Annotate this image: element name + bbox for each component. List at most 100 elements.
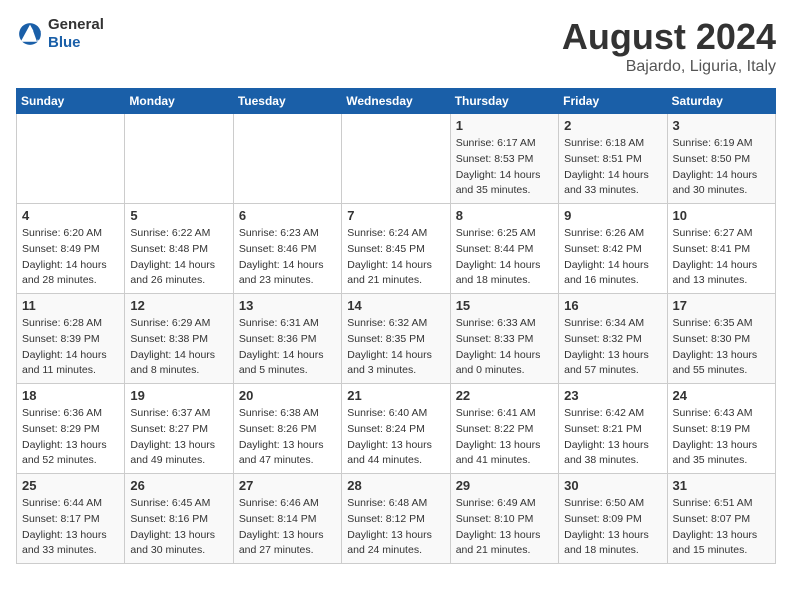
- day-info: Sunrise: 6:22 AM Sunset: 8:48 PM Dayligh…: [130, 226, 227, 289]
- calendar-cell: 5 Sunrise: 6:22 AM Sunset: 8:48 PM Daylig…: [125, 204, 233, 294]
- calendar-cell: 24Sunrise: 6:43 AM Sunset: 8:19 PM Dayli…: [667, 384, 775, 474]
- calendar-cell: 21 Sunrise: 6:40 AM Sunset: 8:24 PM Dayli…: [342, 384, 450, 474]
- day-number: 31: [673, 478, 770, 493]
- calendar-cell: 27Sunrise: 6:46 AM Sunset: 8:14 PM Dayli…: [233, 474, 341, 564]
- day-number: 15: [456, 298, 553, 313]
- weekday-header-thursday: Thursday: [450, 89, 558, 114]
- calendar-cell: 6 Sunrise: 6:23 AM Sunset: 8:46 PM Daylig…: [233, 204, 341, 294]
- day-info: Sunrise: 6:29 AM Sunset: 8:38 PM Dayligh…: [130, 316, 227, 379]
- day-number: 30: [564, 478, 661, 493]
- calendar-cell: 19 Sunrise: 6:37 AM Sunset: 8:27 PM Dayli…: [125, 384, 233, 474]
- day-info: Sunrise: 6:41 AM Sunset: 8:22 PM Dayligh…: [456, 406, 553, 469]
- day-number: 19: [130, 388, 227, 403]
- weekday-header-saturday: Saturday: [667, 89, 775, 114]
- day-info: Sunrise: 6:33 AM Sunset: 8:33 PM Dayligh…: [456, 316, 553, 379]
- day-number: 24: [673, 388, 770, 403]
- day-number: 18: [22, 388, 119, 403]
- calendar-cell: [17, 114, 125, 204]
- day-number: 13: [239, 298, 336, 313]
- day-number: 5: [130, 208, 227, 223]
- calendar-cell: 29Sunrise: 6:49 AM Sunset: 8:10 PM Dayli…: [450, 474, 558, 564]
- day-number: 6: [239, 208, 336, 223]
- calendar-cell: 31 Sunrise: 6:51 AM Sunset: 8:07 PM Dayli…: [667, 474, 775, 564]
- day-number: 4: [22, 208, 119, 223]
- day-number: 28: [347, 478, 444, 493]
- day-info: Sunrise: 6:25 AM Sunset: 8:44 PM Dayligh…: [456, 226, 553, 289]
- weekday-header-friday: Friday: [559, 89, 667, 114]
- weekday-header-sunday: Sunday: [17, 89, 125, 114]
- calendar-cell: 26 Sunrise: 6:45 AM Sunset: 8:16 PM Dayli…: [125, 474, 233, 564]
- day-number: 11: [22, 298, 119, 313]
- day-info: Sunrise: 6:38 AM Sunset: 8:26 PM Dayligh…: [239, 406, 336, 469]
- calendar-cell: 22 Sunrise: 6:41 AM Sunset: 8:22 PM Dayli…: [450, 384, 558, 474]
- weekday-header-tuesday: Tuesday: [233, 89, 341, 114]
- calendar-cell: 11 Sunrise: 6:28 AM Sunset: 8:39 PM Dayli…: [17, 294, 125, 384]
- day-number: 17: [673, 298, 770, 313]
- day-info: Sunrise: 6:36 AM Sunset: 8:29 PM Dayligh…: [22, 406, 119, 469]
- day-info: Sunrise: 6:34 AM Sunset: 8:32 PM Dayligh…: [564, 316, 661, 379]
- day-info: Sunrise: 6:31 AM Sunset: 8:36 PM Dayligh…: [239, 316, 336, 379]
- logo-text-general: General: [48, 16, 104, 33]
- calendar-cell: 30Sunrise: 6:50 AM Sunset: 8:09 PM Dayli…: [559, 474, 667, 564]
- day-info: Sunrise: 6:24 AM Sunset: 8:45 PM Dayligh…: [347, 226, 444, 289]
- calendar-week-5: 25 Sunrise: 6:44 AM Sunset: 8:17 PM Dayli…: [17, 474, 776, 564]
- day-info: Sunrise: 6:51 AM Sunset: 8:07 PM Dayligh…: [673, 496, 770, 559]
- day-info: Sunrise: 6:40 AM Sunset: 8:24 PM Dayligh…: [347, 406, 444, 469]
- day-number: 3: [673, 118, 770, 133]
- calendar-cell: 15 Sunrise: 6:33 AM Sunset: 8:33 PM Dayli…: [450, 294, 558, 384]
- title-block: August 2024 Bajardo, Liguria, Italy: [562, 16, 776, 76]
- calendar-cell: 13 Sunrise: 6:31 AM Sunset: 8:36 PM Dayli…: [233, 294, 341, 384]
- calendar-week-3: 11 Sunrise: 6:28 AM Sunset: 8:39 PM Dayli…: [17, 294, 776, 384]
- calendar-cell: 7 Sunrise: 6:24 AM Sunset: 8:45 PM Daylig…: [342, 204, 450, 294]
- day-number: 26: [130, 478, 227, 493]
- calendar-week-1: 1Sunrise: 6:17 AM Sunset: 8:53 PM Daylig…: [17, 114, 776, 204]
- day-info: Sunrise: 6:45 AM Sunset: 8:16 PM Dayligh…: [130, 496, 227, 559]
- day-info: Sunrise: 6:32 AM Sunset: 8:35 PM Dayligh…: [347, 316, 444, 379]
- day-info: Sunrise: 6:44 AM Sunset: 8:17 PM Dayligh…: [22, 496, 119, 559]
- calendar-cell: 8Sunrise: 6:25 AM Sunset: 8:44 PM Daylig…: [450, 204, 558, 294]
- day-info: Sunrise: 6:18 AM Sunset: 8:51 PM Dayligh…: [564, 136, 661, 199]
- calendar-table: SundayMondayTuesdayWednesdayThursdayFrid…: [16, 88, 776, 564]
- page-header: General Blue August 2024 Bajardo, Liguri…: [16, 16, 776, 76]
- calendar-cell: 3 Sunrise: 6:19 AM Sunset: 8:50 PM Daylig…: [667, 114, 775, 204]
- day-info: Sunrise: 6:48 AM Sunset: 8:12 PM Dayligh…: [347, 496, 444, 559]
- day-number: 7: [347, 208, 444, 223]
- day-info: Sunrise: 6:23 AM Sunset: 8:46 PM Dayligh…: [239, 226, 336, 289]
- day-info: Sunrise: 6:27 AM Sunset: 8:41 PM Dayligh…: [673, 226, 770, 289]
- weekday-header-row: SundayMondayTuesdayWednesdayThursdayFrid…: [17, 89, 776, 114]
- logo-icon: [16, 20, 44, 48]
- day-info: Sunrise: 6:46 AM Sunset: 8:14 PM Dayligh…: [239, 496, 336, 559]
- calendar-cell: 18 Sunrise: 6:36 AM Sunset: 8:29 PM Dayli…: [17, 384, 125, 474]
- page-title: August 2024: [562, 16, 776, 58]
- calendar-cell: 2 Sunrise: 6:18 AM Sunset: 8:51 PM Daylig…: [559, 114, 667, 204]
- calendar-cell: 4 Sunrise: 6:20 AM Sunset: 8:49 PM Daylig…: [17, 204, 125, 294]
- calendar-cell: [233, 114, 341, 204]
- calendar-cell: 28 Sunrise: 6:48 AM Sunset: 8:12 PM Dayli…: [342, 474, 450, 564]
- calendar-cell: 16 Sunrise: 6:34 AM Sunset: 8:32 PM Dayli…: [559, 294, 667, 384]
- day-info: Sunrise: 6:17 AM Sunset: 8:53 PM Dayligh…: [456, 136, 553, 199]
- day-info: Sunrise: 6:19 AM Sunset: 8:50 PM Dayligh…: [673, 136, 770, 199]
- calendar-cell: 20Sunrise: 6:38 AM Sunset: 8:26 PM Dayli…: [233, 384, 341, 474]
- day-number: 14: [347, 298, 444, 313]
- calendar-cell: 1Sunrise: 6:17 AM Sunset: 8:53 PM Daylig…: [450, 114, 558, 204]
- day-number: 16: [564, 298, 661, 313]
- page-subtitle: Bajardo, Liguria, Italy: [562, 58, 776, 76]
- calendar-cell: 14 Sunrise: 6:32 AM Sunset: 8:35 PM Dayli…: [342, 294, 450, 384]
- calendar-cell: 17 Sunrise: 6:35 AM Sunset: 8:30 PM Dayli…: [667, 294, 775, 384]
- day-info: Sunrise: 6:37 AM Sunset: 8:27 PM Dayligh…: [130, 406, 227, 469]
- day-number: 10: [673, 208, 770, 223]
- day-info: Sunrise: 6:20 AM Sunset: 8:49 PM Dayligh…: [22, 226, 119, 289]
- day-number: 22: [456, 388, 553, 403]
- day-info: Sunrise: 6:35 AM Sunset: 8:30 PM Dayligh…: [673, 316, 770, 379]
- calendar-cell: 10 Sunrise: 6:27 AM Sunset: 8:41 PM Dayli…: [667, 204, 775, 294]
- calendar-cell: 25 Sunrise: 6:44 AM Sunset: 8:17 PM Dayli…: [17, 474, 125, 564]
- day-info: Sunrise: 6:26 AM Sunset: 8:42 PM Dayligh…: [564, 226, 661, 289]
- day-number: 21: [347, 388, 444, 403]
- day-number: 25: [22, 478, 119, 493]
- weekday-header-wednesday: Wednesday: [342, 89, 450, 114]
- logo-text-blue: Blue: [48, 34, 81, 51]
- calendar-week-4: 18 Sunrise: 6:36 AM Sunset: 8:29 PM Dayli…: [17, 384, 776, 474]
- calendar-cell: [342, 114, 450, 204]
- day-number: 2: [564, 118, 661, 133]
- day-info: Sunrise: 6:28 AM Sunset: 8:39 PM Dayligh…: [22, 316, 119, 379]
